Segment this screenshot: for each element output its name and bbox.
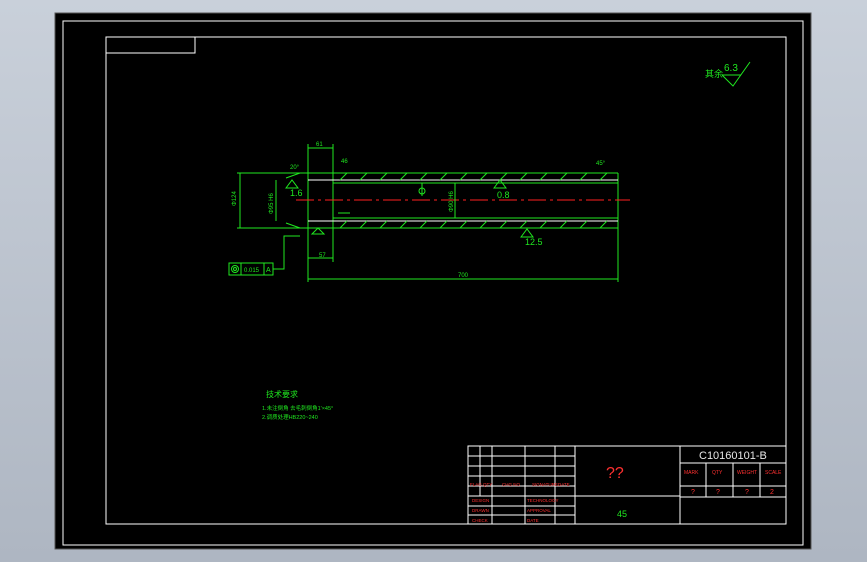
drawing-text: 0.8: [497, 190, 510, 200]
drawing-text: WEIGHT: [737, 470, 757, 476]
drawing-text: 技术要求: [266, 389, 298, 399]
drawing-text: 57: [319, 253, 326, 259]
drawing-text: TECHNOLOGY: [527, 498, 559, 503]
drawing-text: ?: [745, 489, 749, 496]
drawing-text: 61: [316, 142, 323, 148]
drawing-text: 700: [458, 273, 469, 279]
drawing-text: FLAG: [470, 482, 482, 487]
drawing-text: QTY: [483, 482, 492, 487]
drawing-text: A: [266, 267, 271, 274]
drawing-text: Φ124: [232, 191, 238, 206]
cad-viewport[interactable]: 其余 6.3 61 46 20° 45° Φ124 Φ95 H6 Φ90 H6 …: [0, 0, 867, 562]
drawing-text: Φ95 H6: [269, 193, 275, 214]
drawing-text: 其余: [705, 68, 723, 79]
part-name: ??: [606, 465, 624, 482]
drawing-text: 45°: [596, 161, 606, 167]
drawing-text: 46: [341, 159, 348, 165]
drawing-text: DATE: [527, 518, 539, 523]
drawing-text: DRAWN: [472, 508, 489, 513]
drawing-text: CHECK: [472, 518, 488, 523]
drawing-text: SCALE: [765, 470, 782, 476]
drawing-text: ?: [716, 489, 720, 496]
drawing-text: MARK: [684, 470, 699, 476]
drawing-text: 20°: [290, 165, 300, 171]
drawing-text: 2: [770, 489, 774, 496]
drawing-text: 0.015: [244, 268, 260, 274]
drawing-number: C10160101-B: [699, 450, 767, 462]
drawing-text: SIGNATURE: [532, 482, 558, 487]
drawing-text: DATE: [558, 482, 570, 487]
drawing-text: Φ90 H6: [449, 191, 455, 212]
drawing-text: 12.5: [525, 237, 543, 247]
drawing-text: CHG NO: [502, 482, 520, 487]
drawing-text: 2.调质处理HB220~240: [262, 413, 318, 421]
drawing-text: 1.6: [290, 188, 303, 198]
cad-drawing-canvas[interactable]: 其余 6.3 61 46 20° 45° Φ124 Φ95 H6 Φ90 H6 …: [0, 0, 867, 562]
drawing-text: DESIGN: [472, 498, 489, 503]
model-space: [54, 12, 812, 550]
drawing-text: 1.未注倒角 去毛刺倒角1'×45°: [262, 404, 333, 412]
drawing-text: APPROVAL: [527, 508, 551, 513]
drawing-text: 6.3: [724, 63, 738, 74]
drawing-text: QTY: [712, 470, 723, 476]
drawing-text: ?: [691, 489, 695, 496]
material: 45: [617, 509, 627, 519]
